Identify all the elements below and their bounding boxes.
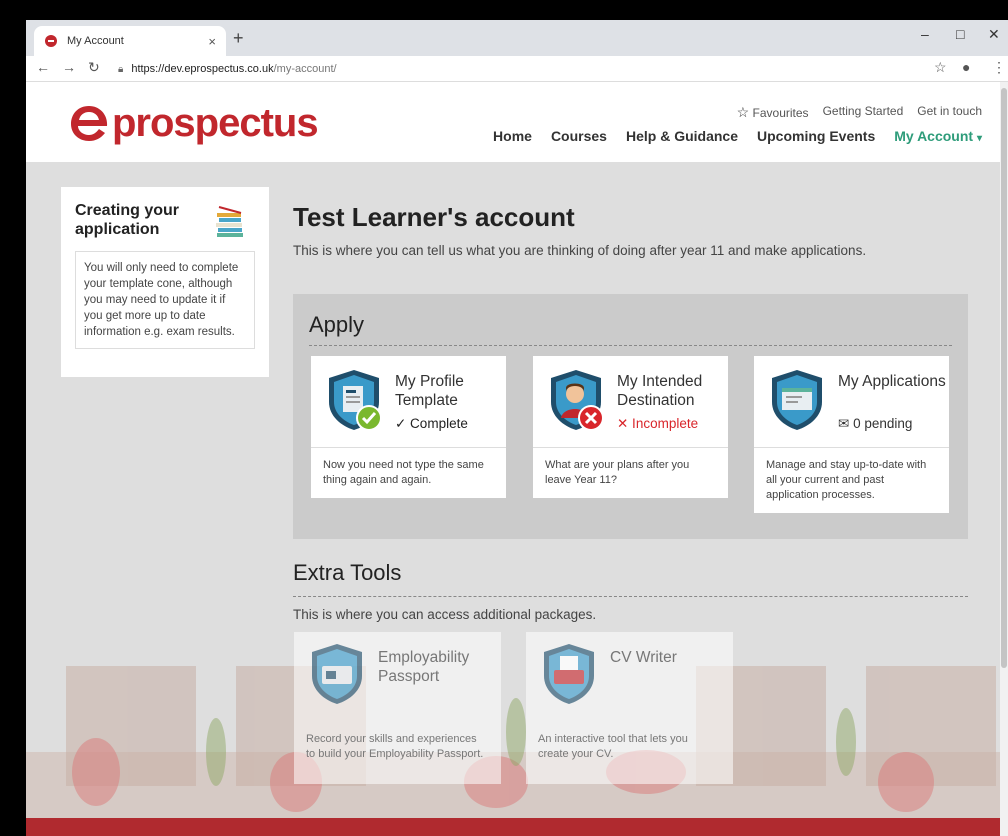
sidebar-note: You will only need to complete your temp…	[75, 251, 255, 349]
page-scrollbar[interactable]	[1000, 82, 1008, 836]
nav-courses[interactable]: Courses	[551, 128, 607, 144]
nav-my-account-label: My Account	[894, 128, 974, 144]
favourites-link[interactable]: ☆ Favourites	[737, 104, 809, 121]
card-header: My Intended Destination ✕ Incomplete	[533, 356, 728, 448]
my-applications-card[interactable]: My Applications ✉ 0 pending Manage and s…	[754, 356, 949, 513]
main-content: Test Learner's account This is where you…	[293, 202, 973, 258]
card-title: Employability Passport	[378, 649, 470, 685]
nav-home[interactable]: Home	[493, 128, 532, 144]
site-logo[interactable]: prospectus	[68, 101, 319, 145]
url-path: /my-account/	[273, 63, 337, 75]
card-description: What are your plans after you leave Year…	[545, 459, 690, 486]
nav-help-guidance[interactable]: Help & Guidance	[626, 128, 738, 144]
sidebar-title: Creating your application	[75, 202, 180, 238]
intended-destination-card[interactable]: My Intended Destination ✕ Incomplete Wha…	[533, 356, 728, 498]
apply-section: Apply My Profile Template ✓ Complete Now…	[293, 294, 968, 539]
cv-writer-card[interactable]: CV Writer An interactive tool that lets …	[526, 632, 733, 784]
back-arrow-icon[interactable]: ←	[36, 59, 50, 75]
pending-label: 0 pending	[853, 416, 913, 431]
get-in-touch-link[interactable]: Get in touch	[917, 104, 982, 121]
nav-my-account[interactable]: My Account ▾	[894, 128, 982, 144]
extra-tools-heading: Extra Tools	[293, 560, 402, 585]
reload-icon[interactable]: ↻	[88, 59, 100, 76]
card-description: Manage and stay up-to-date with all your…	[766, 459, 927, 501]
card-title: My Profile Template	[395, 373, 464, 409]
url-input[interactable]: 🔒︎ https://dev.eprospectus.co.uk/my-acco…	[118, 59, 898, 79]
card-description: Now you need not type the same thing aga…	[323, 459, 484, 486]
card-title: My Intended Destination	[617, 373, 703, 409]
page-subtitle: This is where you can tell us what you a…	[293, 243, 867, 258]
web-page: prospectus ☆ Favourites Getting Started …	[26, 82, 1000, 836]
sidebar-panel: Creating your application You will only …	[61, 187, 269, 377]
card-header: My Applications ✉ 0 pending	[754, 356, 949, 448]
card-description: Record your skills and experiences to bu…	[306, 733, 484, 760]
tab-close-icon[interactable]: ×	[208, 34, 216, 49]
card-header: My Profile Template ✓ Complete	[311, 356, 506, 448]
library-background-illustration	[26, 666, 1000, 818]
profile-template-card[interactable]: My Profile Template ✓ Complete Now you n…	[311, 356, 506, 498]
card-title: CV Writer	[610, 649, 677, 666]
favourites-label: Favourites	[752, 106, 809, 120]
close-window-button[interactable]: ✕	[988, 26, 1000, 43]
new-tab-button[interactable]: +	[233, 28, 244, 49]
forward-arrow-icon[interactable]: →	[62, 59, 76, 75]
apply-divider	[309, 345, 952, 346]
url-host: https://dev.eprospectus.co.uk	[131, 63, 274, 75]
site-header: prospectus ☆ Favourites Getting Started …	[26, 82, 1000, 162]
bookmark-star-icon[interactable]: ☆	[934, 59, 947, 76]
scrollbar-thumb[interactable]	[1001, 88, 1007, 668]
minimize-button[interactable]: –	[921, 26, 929, 42]
typewriter-icon	[544, 644, 594, 704]
logo-wordmark: prospectus	[112, 101, 319, 145]
profile-template-icon	[329, 370, 382, 431]
lock-icon: 🔒︎	[118, 63, 124, 75]
books-icon	[216, 206, 243, 237]
profile-icon[interactable]: ●	[962, 59, 970, 75]
card-description: An interactive tool that lets you create…	[538, 733, 688, 760]
extra-tools-subtitle: This is where you can access additional …	[293, 607, 597, 622]
eprospectus-favicon-icon	[45, 35, 57, 47]
star-outline-icon: ☆	[736, 104, 750, 120]
browser-tab[interactable]: My Account ×	[34, 26, 226, 56]
card-title: My Applications	[838, 373, 946, 390]
page-title: Test Learner's account	[293, 202, 575, 232]
status-complete: ✓ Complete	[395, 416, 468, 431]
nav-upcoming-events[interactable]: Upcoming Events	[757, 128, 875, 144]
applications-window-icon	[772, 370, 822, 430]
learner-avatar-icon	[551, 370, 604, 431]
extra-tools-section: Extra Tools This is where you can access…	[293, 560, 968, 622]
top-links: ☆ Favourites Getting Started Get in touc…	[737, 104, 982, 121]
employability-passport-card[interactable]: Employability Passport Record your skill…	[294, 632, 501, 784]
menu-dots-icon[interactable]: ⋮	[992, 59, 1006, 76]
main-nav: Home Courses Help & Guidance Upcoming Ev…	[493, 128, 982, 144]
extra-tools-divider	[293, 596, 968, 597]
address-bar: ← → ↻ 🔒︎ https://dev.eprospectus.co.uk/m…	[26, 56, 1008, 82]
tab-bar: My Account × + – □ ✕	[26, 20, 1008, 56]
caret-down-icon: ▾	[976, 133, 982, 144]
pending-count: ✉ 0 pending	[838, 416, 912, 432]
apply-heading: Apply	[309, 312, 365, 337]
status-incomplete: ✕ Incomplete	[617, 416, 699, 431]
passport-card-icon	[312, 644, 362, 704]
envelope-icon: ✉	[838, 416, 850, 431]
maximize-button[interactable]: □	[956, 26, 964, 42]
eprospectus-logo-icon	[71, 106, 108, 141]
tab-title: My Account	[67, 35, 124, 47]
footer-bar	[26, 818, 1000, 836]
getting-started-link[interactable]: Getting Started	[823, 104, 904, 121]
browser-window: My Account × + – □ ✕ ← → ↻ 🔒︎ https://de…	[26, 20, 1008, 836]
